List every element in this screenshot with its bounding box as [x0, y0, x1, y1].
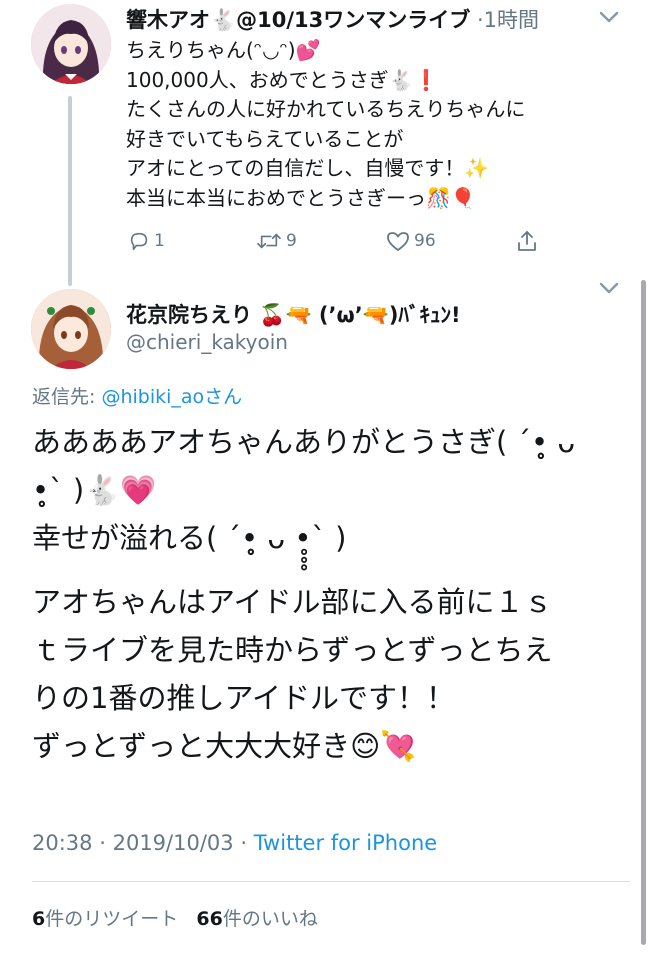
parent-line-5: アオにとっての自信だし、自慢です！	[126, 156, 465, 181]
cherry-gun-emoji: 🍒🔫	[259, 303, 312, 327]
divider	[32, 881, 630, 882]
main-p1-line-3: 幸せが溢れる( ´•̥̥̥ ᴗ •̥̥̥` )	[32, 521, 347, 555]
parent-line-6-emoji: 🎊🎈	[426, 185, 476, 210]
parent-line-6: 本当に本当におめでとうさぎーっ	[126, 185, 426, 210]
reply-suffix: さん	[204, 386, 243, 408]
reply-icon	[130, 232, 148, 251]
thread-connector-line	[68, 96, 72, 286]
parent-avatar[interactable]	[31, 4, 111, 84]
scrollbar[interactable]	[641, 280, 646, 945]
main-display-name[interactable]: 花京院ちえり 🍒🔫 (’ω’🔫)ﾊﾞｷｭﾝ!	[126, 299, 461, 329]
rabbit-emoji: 🐇	[210, 8, 237, 32]
main-name-tail: )ﾊﾞｷｭﾝ!	[388, 303, 461, 327]
parent-line-1: ちえりちゃん(ᵔ◡ᵔ)	[126, 38, 296, 62]
parent-line-1-emoji: 💕	[295, 38, 321, 62]
reply-handle-link[interactable]: @hibiki_aoさん	[101, 386, 242, 408]
meta-separator-1: ·	[99, 831, 106, 855]
heart-icon	[387, 232, 409, 251]
main-p1-line-2: •̥̥̥` )	[32, 473, 85, 507]
tweet-date: 2019/10/03	[112, 831, 234, 855]
tweet-meta: 20:38 · 2019/10/03 · Twitter for iPhone	[32, 831, 437, 855]
parent-timestamp[interactable]: 1時間	[484, 8, 539, 32]
reply-button[interactable]: 1	[128, 226, 165, 256]
parent-line-3: たくさんの人に好かれているちえりちゃんに	[126, 97, 526, 122]
meta-separator-2: ·	[240, 831, 248, 855]
tweet-time: 20:38	[32, 831, 93, 855]
parent-line-4: 好きでいてもらえていることが	[126, 126, 404, 151]
chevron-down-icon[interactable]	[598, 10, 620, 24]
parent-line-2: 100,000人、おめでとうさぎ	[126, 67, 389, 92]
smile-heart-emoji: 😊💘	[350, 729, 417, 763]
parent-name-suffix: @10/13ワンマンライブ	[236, 8, 471, 32]
parent-tweet-actions: 1 9 96	[126, 226, 556, 256]
retweets-count: 6	[32, 908, 46, 930]
parent-display-name[interactable]: 響木アオ	[126, 8, 210, 32]
retweets-label: 件のリツイート	[45, 908, 179, 930]
rabbit-heart-emoji: 🐇💗	[84, 473, 157, 507]
main-p2-line-3: りの1番の推しアイドルです！！	[32, 681, 456, 715]
like-count: 96	[414, 231, 436, 251]
share-button[interactable]	[516, 226, 538, 256]
tweet-source-link[interactable]: Twitter for iPhone	[254, 831, 438, 855]
main-avatar[interactable]	[31, 289, 111, 369]
retweet-icon	[257, 233, 281, 249]
retweets-stat[interactable]: 6件のリツイート	[32, 908, 178, 930]
retweet-count: 9	[286, 231, 297, 251]
like-button[interactable]: 96	[386, 226, 436, 256]
main-p2-line-4: ずっとずっと大大大好き	[32, 729, 351, 763]
parent-separator: ·	[476, 8, 484, 32]
reply-handle: @hibiki_ao	[101, 386, 205, 408]
parent-line-5-emoji: ✨	[464, 156, 490, 181]
gun-emoji: 🔫	[362, 303, 389, 327]
replying-to: 返信先: @hibiki_aoさん	[32, 382, 242, 409]
main-p1-line-1: ああああアオちゃんありがとうさぎ( ´•̥̥̥ ᴗ	[32, 425, 576, 459]
likes-count: 66	[196, 908, 223, 930]
parent-tweet-header: 響木アオ🐇@10/13ワンマンライブ ·1時間	[126, 4, 606, 34]
chevron-down-icon[interactable]	[598, 281, 620, 295]
reply-count: 1	[154, 231, 165, 251]
main-name-suffix: (’ω’	[318, 303, 363, 327]
main-tweet-text: ああああアオちゃんありがとうさぎ( ´•̥̥̥ ᴗ •̥̥̥` )🐇💗 幸せが溢…	[32, 418, 622, 770]
likes-label: 件のいいね	[222, 908, 318, 930]
likes-stat[interactable]: 66件のいいね	[196, 908, 317, 930]
main-p2-line-2: ｔライブを見た時からずっとずっとちえ	[32, 633, 553, 667]
main-handle[interactable]: @chieri_kakyoin	[126, 330, 288, 354]
main-p2-line-1: アオちゃんはアイドル部に入る前に１ｓ	[32, 585, 553, 619]
parent-line-2-emoji: 🐇❗	[388, 67, 439, 92]
reply-prefix: 返信先:	[32, 386, 96, 408]
retweet-button[interactable]: 9	[256, 226, 297, 256]
parent-tweet-text: ちえりちゃん(ᵔ◡ᵔ)💕 100,000人、おめでとうさぎ🐇❗ たくさんの人に好…	[126, 36, 596, 214]
share-icon	[518, 231, 536, 251]
tweet-stats: 6件のリツイート 66件のいいね	[32, 904, 318, 931]
main-name-text: 花京院ちえり	[126, 303, 252, 327]
